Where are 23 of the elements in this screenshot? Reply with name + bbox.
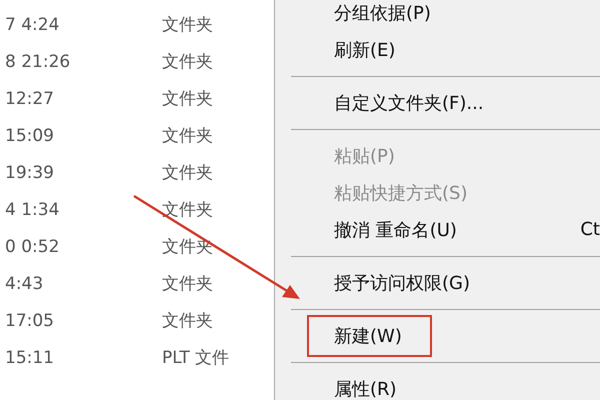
type-cell-text: 文件夹 — [162, 162, 213, 184]
type-cell-text: 文件夹 — [162, 88, 213, 110]
type-cell-text: 文件夹 — [162, 310, 213, 332]
type-cell-text: 文件夹 — [162, 273, 213, 295]
type-cell-text: 文件夹 — [162, 125, 213, 147]
type-cell-text: 文件夹 — [162, 14, 213, 36]
date-cell-text: 4:43 — [4, 274, 44, 294]
date-cell-text: 17:05 — [4, 310, 55, 330]
date-cell-text: 15:11 — [4, 348, 55, 368]
date-cell-text: 12:27 — [4, 88, 55, 108]
menu-item[interactable]: 新建(W) — [307, 314, 432, 356]
menu-item[interactable]: 自定义文件夹(F)... — [307, 82, 514, 124]
type-cell-text: 文件夹 — [162, 51, 213, 73]
menu-item[interactable]: 授予访问权限(G) — [307, 262, 500, 304]
menu-item[interactable]: 属性(R) — [307, 368, 427, 400]
date-cell-text: 8 21:26 — [4, 52, 72, 72]
date-cell-text: 0 0:52 — [4, 236, 60, 256]
date-cell-text: 4 1:34 — [4, 200, 60, 220]
date-cell-text: 19:39 — [4, 162, 55, 182]
type-cell-text: PLT 文件 — [162, 347, 230, 369]
date-cell-text: 15:09 — [4, 126, 55, 146]
date-cell-text: 7 4:24 — [4, 14, 60, 34]
shortcut-text: Ct — [580, 219, 600, 240]
